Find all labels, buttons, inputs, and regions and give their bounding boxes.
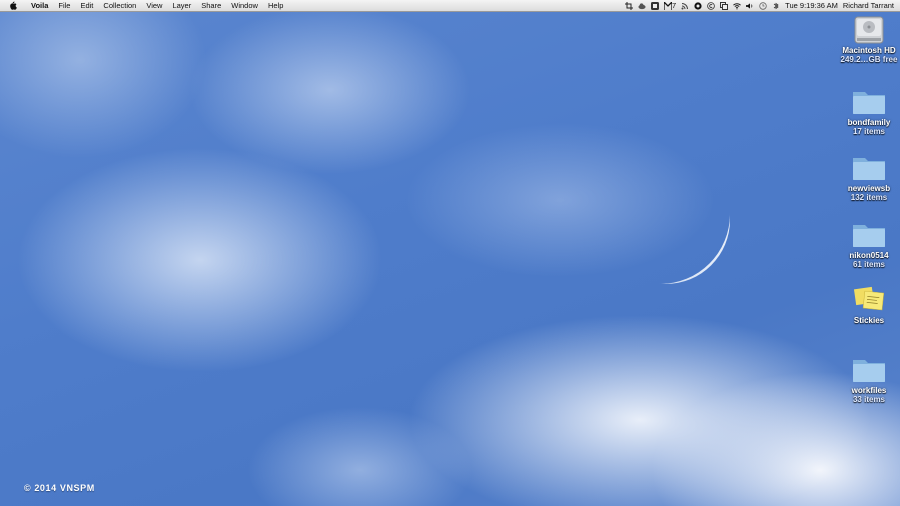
- desktop-icon-sub: 17 items: [852, 127, 886, 136]
- menu-edit[interactable]: Edit: [75, 0, 98, 11]
- folder-icon: [851, 152, 887, 182]
- desktop-icon-stickies[interactable]: Stickies: [834, 284, 900, 325]
- menu-bar: Voila File Edit Collection View Layer Sh…: [0, 0, 900, 12]
- copy-icon[interactable]: [720, 1, 729, 10]
- apple-menu-icon[interactable]: [8, 1, 18, 11]
- desktop-icon-macintosh-hd[interactable]: Macintosh HD 249.2…GB free: [834, 14, 900, 64]
- mail-count: 7: [672, 1, 677, 10]
- desktop-icon-label: Stickies: [853, 316, 885, 325]
- desktop-icon-sub: 249.2…GB free: [840, 55, 898, 64]
- menu-app-name[interactable]: Voila: [26, 0, 53, 11]
- status-menus: 7 Tue 9:19:36 AM Richard Tarrant: [625, 0, 894, 11]
- cloud-icon[interactable]: [638, 2, 646, 10]
- desktop-icon-bondfamily[interactable]: bondfamily 17 items: [834, 86, 900, 136]
- folder-icon: [851, 354, 887, 384]
- desktop-icon-label: nikon0514: [849, 251, 889, 260]
- crescent-moon: [620, 162, 730, 284]
- time-machine-icon[interactable]: [759, 1, 767, 10]
- menu-collection[interactable]: Collection: [98, 0, 141, 11]
- desktop-icon-label: workfiles: [851, 386, 887, 395]
- stickies-icon: [851, 284, 887, 314]
- mail-icon[interactable]: 7: [664, 1, 677, 10]
- folder-icon: [851, 86, 887, 116]
- wifi-icon[interactable]: [733, 2, 742, 10]
- circle-icon[interactable]: [694, 1, 702, 10]
- desktop-icon-sub: 132 items: [850, 193, 888, 202]
- desktop-icon-label: bondfamily: [847, 118, 891, 127]
- desktop-icon-newviewsb[interactable]: newviewsb 132 items: [834, 152, 900, 202]
- bluetooth-icon[interactable]: [772, 2, 780, 10]
- desktop-icon-sub: 61 items: [852, 260, 886, 269]
- rss-icon[interactable]: [681, 2, 689, 10]
- menu-clock[interactable]: Tue 9:19:36 AM: [785, 0, 838, 11]
- menu-layer[interactable]: Layer: [167, 0, 196, 11]
- hard-drive-icon: [851, 14, 887, 44]
- volume-icon[interactable]: [746, 2, 754, 10]
- folder-icon: [851, 219, 887, 249]
- desktop-icon-label: Macintosh HD: [842, 46, 896, 55]
- app-icon[interactable]: [651, 1, 659, 10]
- copyright-icon[interactable]: [707, 1, 715, 10]
- desktop[interactable]: Voila File Edit Collection View Layer Sh…: [0, 0, 900, 506]
- menu-user[interactable]: Richard Tarrant: [843, 0, 894, 11]
- menu-help[interactable]: Help: [263, 0, 288, 11]
- menu-file[interactable]: File: [53, 0, 75, 11]
- menu-share[interactable]: Share: [196, 0, 226, 11]
- desktop-icon-workfiles[interactable]: workfiles 33 items: [834, 354, 900, 404]
- menu-window[interactable]: Window: [226, 0, 263, 11]
- desktop-icon-sub: 33 items: [852, 395, 886, 404]
- menu-view[interactable]: View: [141, 0, 167, 11]
- copyright-watermark: © 2014 VNSPM: [24, 483, 95, 493]
- desktop-icon-nikon0514[interactable]: nikon0514 61 items: [834, 219, 900, 269]
- crop-icon[interactable]: [625, 1, 633, 10]
- desktop-icon-label: newviewsb: [847, 184, 891, 193]
